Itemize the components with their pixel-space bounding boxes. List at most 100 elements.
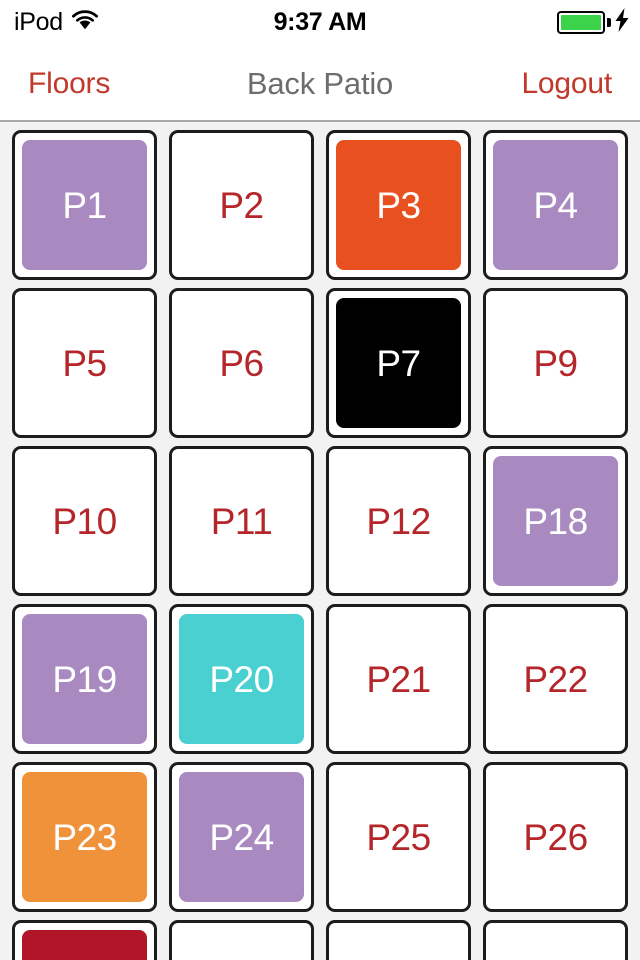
- table-cell-p18[interactable]: P18: [477, 446, 634, 604]
- table-cell-frame: [483, 920, 628, 960]
- table-cell-frame: [326, 920, 471, 960]
- table-cell-frame: P26: [483, 762, 628, 912]
- table-label: P11: [210, 500, 273, 542]
- table-cell-frame: P11: [169, 446, 314, 596]
- battery-cap-icon: [607, 18, 611, 27]
- table-status-swatch: P24: [179, 772, 304, 902]
- table-status-swatch: P21: [336, 614, 461, 744]
- clock-label: 9:37 AM: [273, 8, 367, 36]
- table-label: P2: [219, 184, 264, 226]
- table-cell-frame: P21: [326, 604, 471, 754]
- table-cell-frame: P19: [12, 604, 157, 754]
- table-cell-p2[interactable]: P2: [163, 130, 320, 288]
- table-cell-frame: [12, 920, 157, 960]
- table-cell-frame: P20: [169, 604, 314, 754]
- table-status-swatch: P3: [336, 140, 461, 270]
- table-cell-p3[interactable]: P3: [320, 130, 477, 288]
- table-status-swatch: P19: [22, 614, 147, 744]
- table-cell-frame: P23: [12, 762, 157, 912]
- table-label: P10: [52, 500, 117, 542]
- table-cell-frame: P3: [326, 130, 471, 280]
- table-cell-p19[interactable]: P19: [6, 604, 163, 762]
- table-cell-p25[interactable]: P25: [320, 762, 477, 920]
- battery-fill-level: [561, 15, 601, 30]
- table-cell-frame: P18: [483, 446, 628, 596]
- page-title: Back Patio: [246, 65, 394, 101]
- table-status-swatch: [493, 930, 618, 960]
- table-label: P4: [533, 184, 578, 226]
- table-cell-p21[interactable]: P21: [320, 604, 477, 762]
- table-cell-p10[interactable]: P10: [6, 446, 163, 604]
- table-status-swatch: P9: [493, 298, 618, 428]
- table-label: P21: [366, 658, 431, 700]
- table-cell-frame: P4: [483, 130, 628, 280]
- table-status-swatch: P20: [179, 614, 304, 744]
- floors-back-button[interactable]: Floors: [28, 67, 110, 101]
- table-label: P25: [366, 816, 431, 858]
- table-cell-p12[interactable]: P12: [320, 446, 477, 604]
- carrier-label: iPod: [14, 8, 63, 36]
- table-cell-frame: P6: [169, 288, 314, 438]
- table-cell-frame: P25: [326, 762, 471, 912]
- table-cell-frame: P22: [483, 604, 628, 754]
- table-grid: P1 P2 P3 P4 P5 P6 P7 P9 P10 P11 P12 P18 P19 P20 P21 P22…: [0, 122, 640, 960]
- table-label: P18: [523, 500, 588, 542]
- table-cell-p4[interactable]: P4: [477, 130, 634, 288]
- table-status-swatch: [22, 930, 147, 960]
- status-bar: iPod 9:37 AM: [0, 0, 640, 45]
- table-cell-p26[interactable]: P26: [477, 762, 634, 920]
- table-cell-p5[interactable]: P5: [6, 288, 163, 446]
- table-status-swatch: [179, 930, 304, 960]
- wifi-icon: [71, 10, 98, 35]
- table-cell[interactable]: [6, 920, 163, 960]
- table-cell-frame: P2: [169, 130, 314, 280]
- table-status-swatch: P1: [22, 140, 147, 270]
- table-cell-p6[interactable]: P6: [163, 288, 320, 446]
- table-cell-p23[interactable]: P23: [6, 762, 163, 920]
- table-label: P5: [62, 342, 107, 384]
- table-cell-p7[interactable]: P7: [320, 288, 477, 446]
- table-label: P22: [523, 658, 588, 700]
- table-status-swatch: P6: [179, 298, 304, 428]
- table-status-swatch: P25: [336, 772, 461, 902]
- navigation-bar: Floors Back Patio Logout: [0, 45, 640, 122]
- table-cell[interactable]: [163, 920, 320, 960]
- table-cell-frame: P24: [169, 762, 314, 912]
- table-cell[interactable]: [320, 920, 477, 960]
- table-label: P6: [219, 342, 264, 384]
- table-status-swatch: P23: [22, 772, 147, 902]
- table-cell-p1[interactable]: P1: [6, 130, 163, 288]
- table-cell-frame: P7: [326, 288, 471, 438]
- table-cell[interactable]: [477, 920, 634, 960]
- table-label: P9: [533, 342, 578, 384]
- table-cell-p22[interactable]: P22: [477, 604, 634, 762]
- table-status-swatch: P22: [493, 614, 618, 744]
- table-cell-p11[interactable]: P11: [163, 446, 320, 604]
- table-cell-p24[interactable]: P24: [163, 762, 320, 920]
- table-status-swatch: [336, 930, 461, 960]
- status-bar-right: [557, 0, 630, 45]
- table-cell-frame: P1: [12, 130, 157, 280]
- logout-button[interactable]: Logout: [521, 67, 612, 101]
- table-cell-frame: [169, 920, 314, 960]
- table-status-swatch: P5: [22, 298, 147, 428]
- table-status-swatch: P18: [493, 456, 618, 586]
- table-label: P12: [366, 500, 431, 542]
- status-bar-left: iPod: [14, 8, 98, 37]
- table-status-swatch: P2: [179, 140, 304, 270]
- table-label: P1: [62, 184, 107, 226]
- table-status-swatch: P12: [336, 456, 461, 586]
- table-label: P24: [209, 816, 274, 858]
- table-label: P3: [376, 184, 421, 226]
- table-label: P7: [376, 342, 421, 384]
- table-cell-p9[interactable]: P9: [477, 288, 634, 446]
- table-cell-frame: P12: [326, 446, 471, 596]
- table-label: P19: [52, 658, 117, 700]
- battery-icon: [557, 11, 605, 34]
- lightning-bolt-icon: [614, 8, 630, 37]
- table-status-swatch: P11: [179, 456, 304, 586]
- table-cell-frame: P5: [12, 288, 157, 438]
- table-cell-p20[interactable]: P20: [163, 604, 320, 762]
- table-label: P23: [52, 816, 117, 858]
- table-status-swatch: P10: [22, 456, 147, 586]
